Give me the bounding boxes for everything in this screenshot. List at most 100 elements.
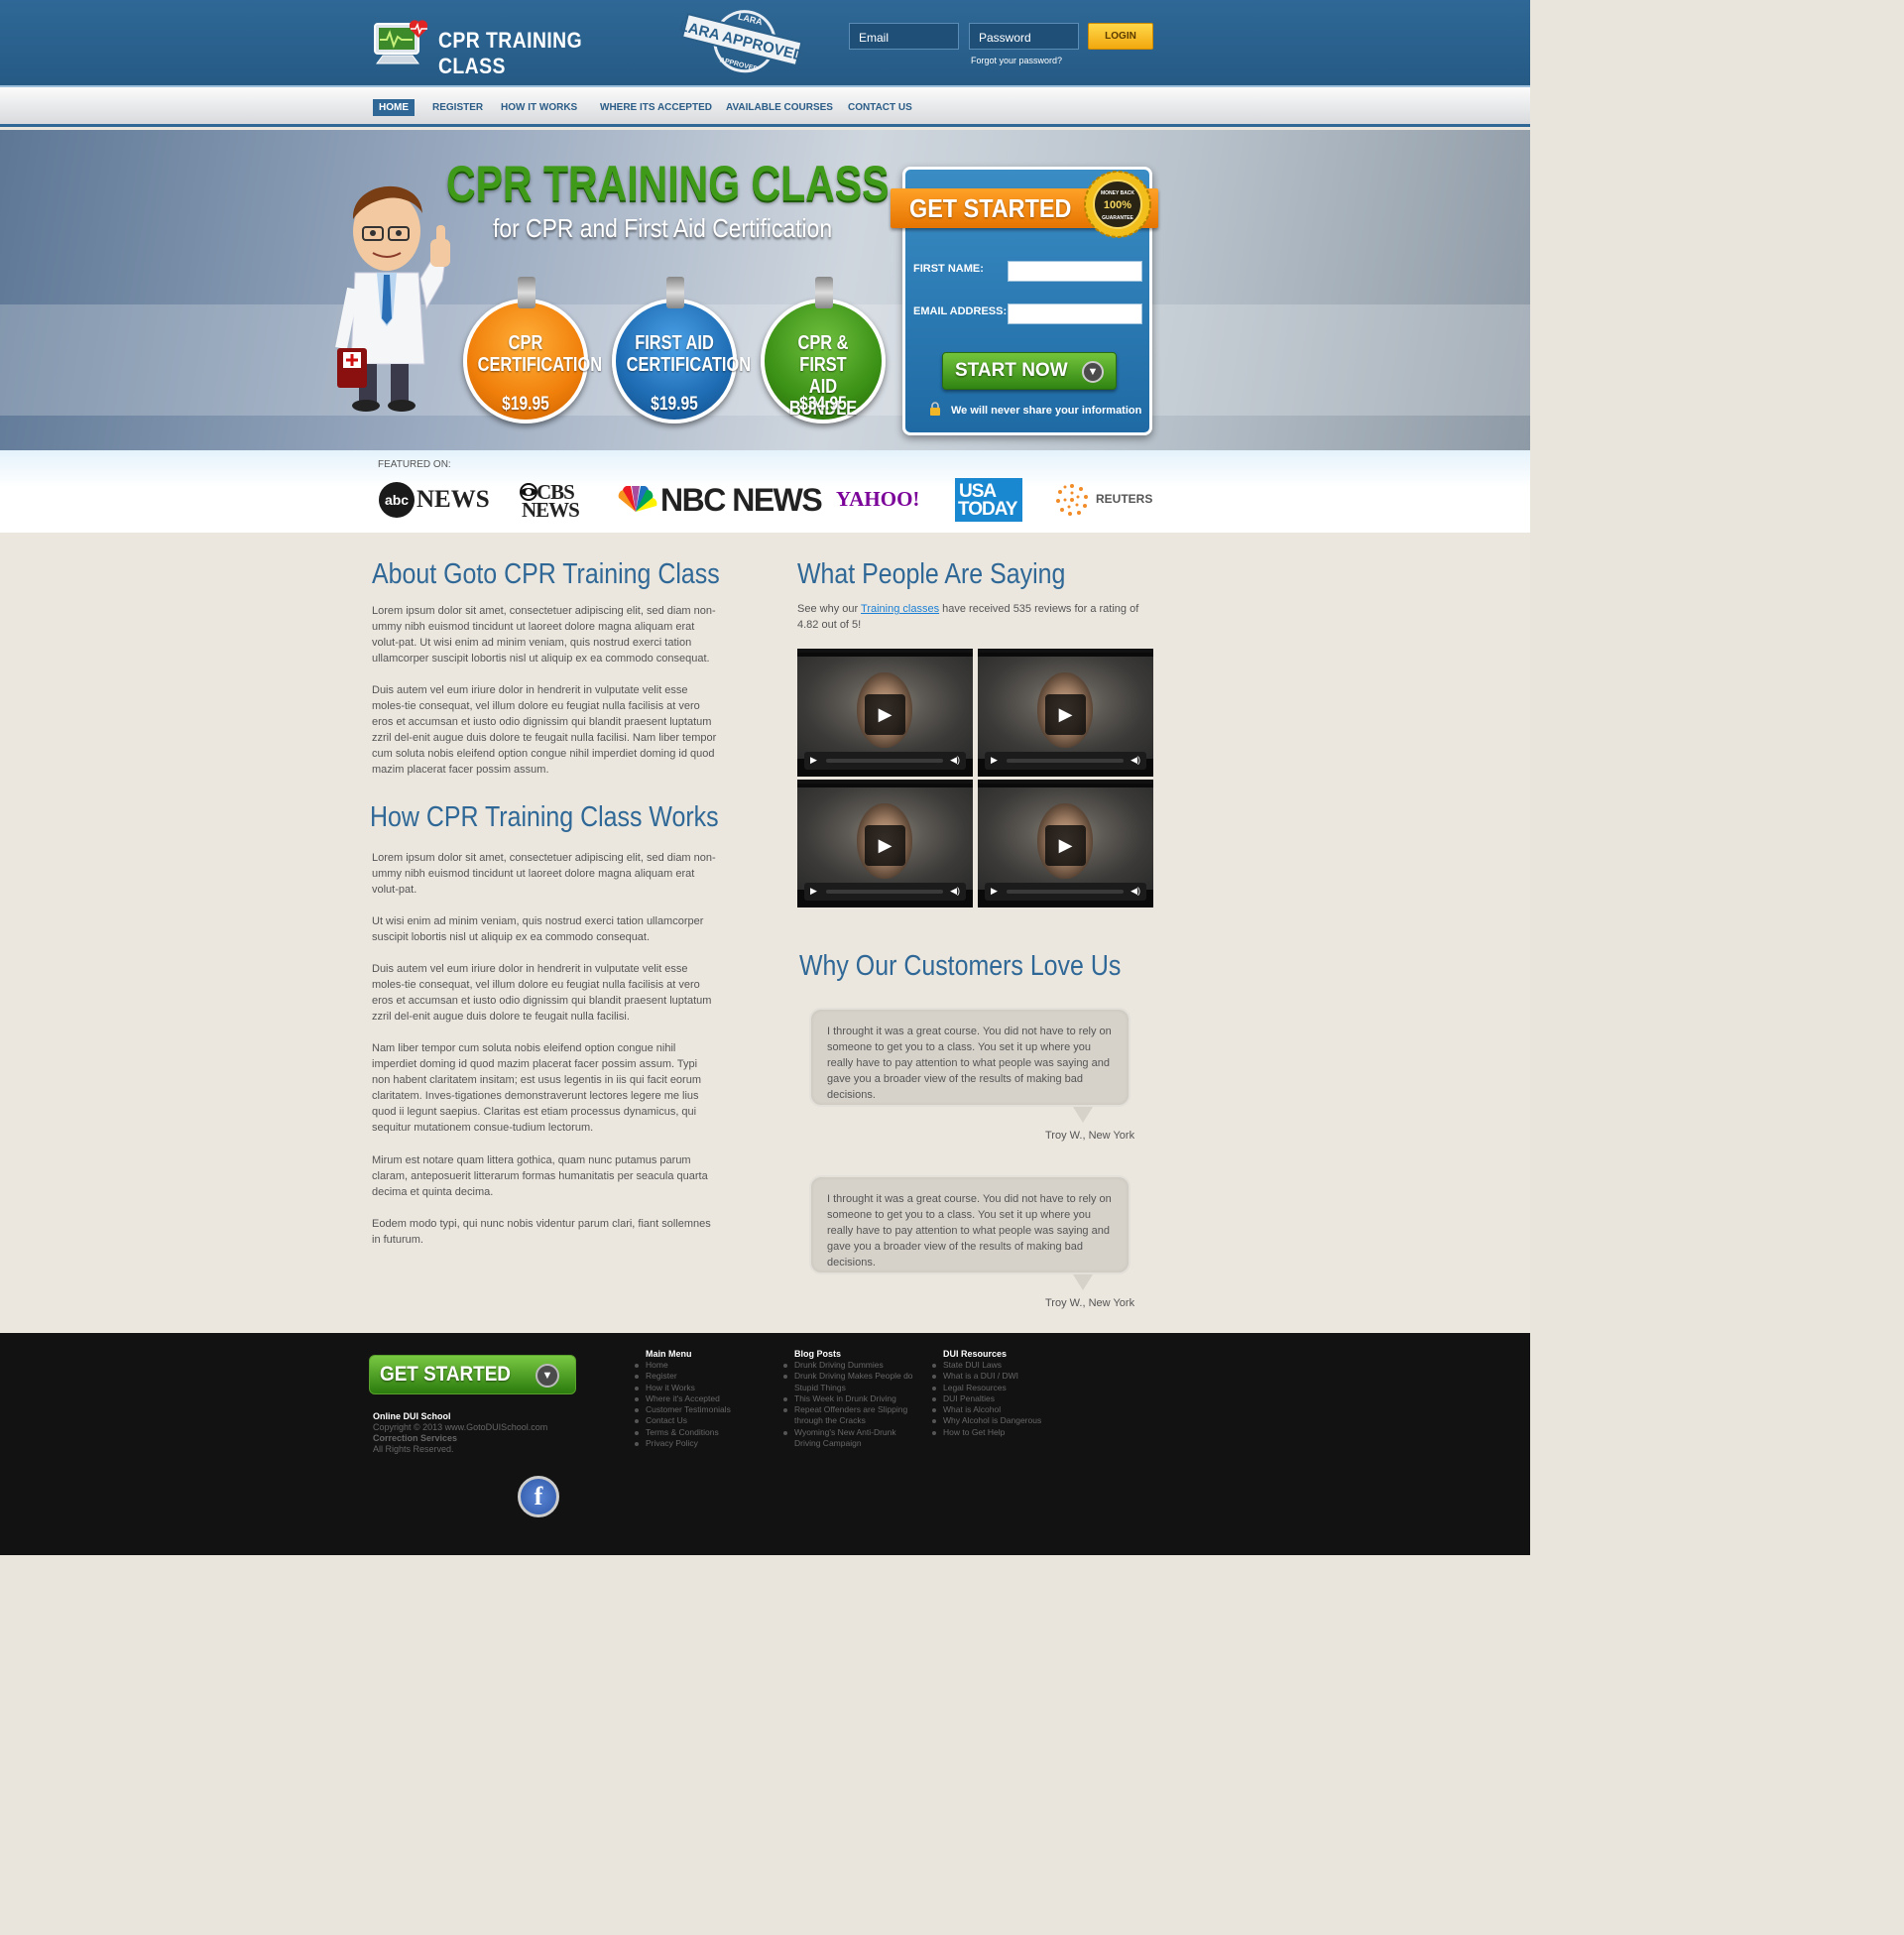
site-footer: GET STARTED ▼ Online DUI School Copyrigh… — [0, 1333, 1530, 1555]
nav-where-accepted[interactable]: WHERE ITS ACCEPTED — [600, 99, 712, 116]
footer-blog-link[interactable]: Drunk Driving Dummies — [781, 1360, 920, 1371]
footer-resource-link[interactable]: What is Alcohol — [930, 1404, 1079, 1415]
volume-icon[interactable]: ◀) — [950, 886, 960, 897]
footer-get-started-button[interactable]: GET STARTED ▼ — [369, 1355, 576, 1394]
footer-blog-link[interactable]: This Week in Drunk Driving — [781, 1393, 920, 1404]
nav-available-courses[interactable]: AVAILABLE COURSES — [726, 99, 833, 116]
how-paragraph: Ut wisi enim ad minim veniam, quis nostr… — [372, 915, 704, 943]
password-input[interactable]: Password — [969, 23, 1079, 50]
footer-link-contact[interactable]: Contact Us — [633, 1415, 772, 1426]
nav-register[interactable]: REGISTER — [432, 99, 483, 116]
lock-icon — [930, 402, 940, 416]
volume-icon[interactable]: ◀) — [950, 755, 960, 766]
video-controls: ▶ ◀) — [804, 752, 966, 770]
cpr-certification-badge[interactable]: CPR CERTIFICATION $19.95 — [463, 277, 602, 423]
video-player[interactable]: ▶ ▶ ◀) — [797, 780, 973, 907]
video-controls: ▶ ◀) — [804, 883, 966, 901]
footer-link-how-it-works[interactable]: How it Works — [633, 1383, 772, 1393]
footer-resource-link[interactable]: Legal Resources — [930, 1383, 1079, 1393]
footer-column-title: Main Menu — [646, 1349, 692, 1359]
login-button[interactable]: LOGIN — [1088, 23, 1153, 50]
footer-link-terms[interactable]: Terms & Conditions — [633, 1427, 772, 1438]
play-icon[interactable]: ▶ — [1045, 825, 1086, 866]
footer-column-title: Blog Posts — [794, 1349, 842, 1359]
play-icon[interactable]: ▶ — [810, 755, 817, 766]
email-address-input[interactable] — [1008, 303, 1142, 324]
yahoo-text: YAHOO! — [836, 487, 920, 511]
badge-line1: FIRST AID — [635, 332, 714, 354]
training-classes-link[interactable]: Training classes — [861, 603, 939, 615]
video-progress-track[interactable] — [826, 759, 943, 763]
video-controls: ▶ ◀) — [985, 752, 1146, 770]
badge-price: $19.95 — [651, 394, 698, 415]
footer-get-started-label: GET STARTED — [380, 1363, 511, 1386]
reuters-text: REUTERS — [1096, 492, 1153, 506]
first-aid-certification-badge[interactable]: FIRST AID CERTIFICATION $19.95 — [612, 277, 751, 423]
nav-how-it-works[interactable]: HOW IT WORKS — [501, 99, 577, 116]
facebook-icon[interactable]: f — [518, 1476, 559, 1517]
badge-price: $19.95 — [502, 394, 549, 415]
volume-icon[interactable]: ◀) — [1130, 755, 1140, 766]
site-logo[interactable]: CPR TRAINING CLASS — [373, 18, 641, 78]
play-icon[interactable]: ▶ — [1045, 694, 1086, 735]
video-player[interactable]: ▶ ▶ ◀) — [978, 649, 1153, 777]
abc-logo-icon: abc — [379, 482, 415, 518]
footer-blog-link[interactable]: Drunk Driving Makes People do Stupid Thi… — [781, 1371, 920, 1393]
footer-blog-link[interactable]: Wyoming's New Anti-Drunk Driving Campaig… — [781, 1427, 920, 1450]
testimonial-bubble-tail — [1073, 1107, 1093, 1123]
footer-main-menu: Main Menu Home Register How it Works Whe… — [633, 1349, 772, 1449]
footer-blog-posts: Blog Posts Drunk Driving Dummies Drunk D… — [781, 1349, 920, 1449]
play-icon[interactable]: ▶ — [810, 886, 817, 897]
footer-link-testimonials[interactable]: Customer Testimonials — [633, 1404, 772, 1415]
footer-link-home[interactable]: Home — [633, 1360, 772, 1371]
monitor-heart-icon — [374, 20, 428, 64]
play-icon[interactable]: ▶ — [991, 886, 998, 897]
email-input[interactable]: Email — [849, 23, 959, 50]
play-icon[interactable]: ▶ — [865, 694, 905, 735]
svg-text:abc: abc — [385, 492, 409, 508]
footer-resource-link[interactable]: State DUI Laws — [930, 1360, 1079, 1371]
featured-on-label: FEATURED ON: — [378, 459, 451, 470]
reuters-dots-icon — [1056, 484, 1088, 516]
video-player[interactable]: ▶ ▶ ◀) — [978, 780, 1153, 907]
footer-link-register[interactable]: Register — [633, 1371, 772, 1382]
abc-news-text: NEWS — [416, 486, 490, 513]
footer-link-where-accepted[interactable]: Where it's Accepted — [633, 1393, 772, 1404]
hero-banner: CPR TRAINING CLASS for CPR and First Aid… — [0, 130, 1530, 450]
video-player[interactable]: ▶ ▶ ◀) — [797, 649, 973, 777]
hero-title: CPR TRAINING CLASS — [446, 156, 890, 211]
volume-icon[interactable]: ◀) — [1130, 886, 1140, 897]
footer-resource-link[interactable]: How to Get Help — [930, 1427, 1079, 1438]
usa-today-logo[interactable]: USA TODAY — [955, 478, 1022, 522]
footer-link-privacy[interactable]: Privacy Policy — [633, 1438, 772, 1449]
testimonial-bubble-tail — [1073, 1274, 1093, 1290]
cbs-news-text: NEWS — [522, 498, 580, 522]
customers-love-heading: Why Our Customers Love Us — [799, 950, 1122, 982]
nav-home[interactable]: HOME — [373, 99, 415, 116]
footer-resource-link[interactable]: DUI Penalties — [930, 1393, 1079, 1404]
nbc-peacock-icon — [618, 486, 657, 512]
start-now-button[interactable]: START NOW ▼ — [942, 352, 1117, 390]
badge-line2: CERTIFICATION — [477, 354, 603, 376]
first-name-input[interactable] — [1008, 261, 1142, 282]
footer-resource-link[interactable]: Why Alcohol is Dangerous — [930, 1415, 1079, 1426]
first-name-label: FIRST NAME: — [913, 263, 984, 275]
how-paragraph: Mirum est notare quam littera gothica, q… — [372, 1154, 708, 1198]
cpr-first-aid-bundle-badge[interactable]: CPR & FIRST AID BUNDLE $34.95 — [761, 277, 886, 423]
forgot-password-link[interactable]: Forgot your password? — [971, 56, 1062, 65]
footer-blog-link[interactable]: Repeat Offenders are Slipping through th… — [781, 1404, 920, 1427]
play-icon[interactable]: ▶ — [991, 755, 998, 766]
nav-contact-us[interactable]: CONTACT US — [848, 99, 912, 116]
about-paragraph: Duis autem vel eum iriure dolor in hendr… — [372, 684, 717, 776]
footer-resource-link[interactable]: What is a DUI / DWI — [930, 1371, 1079, 1382]
badge-hanger — [518, 277, 536, 308]
video-progress-track[interactable] — [1007, 890, 1124, 894]
play-icon[interactable]: ▶ — [865, 825, 905, 866]
today-text: TODAY — [958, 499, 1017, 520]
how-paragraph: Eodem modo typi, qui nunc nobis videntur… — [372, 1218, 711, 1246]
money-back-guarantee-seal: 100% MONEY BACK GUARANTEE — [1084, 171, 1151, 238]
badge-price: $34.95 — [799, 394, 847, 415]
video-progress-track[interactable] — [1007, 759, 1124, 763]
video-progress-track[interactable] — [826, 890, 943, 894]
testimonial-bubble: I throught it was a great course. You di… — [809, 1008, 1130, 1107]
